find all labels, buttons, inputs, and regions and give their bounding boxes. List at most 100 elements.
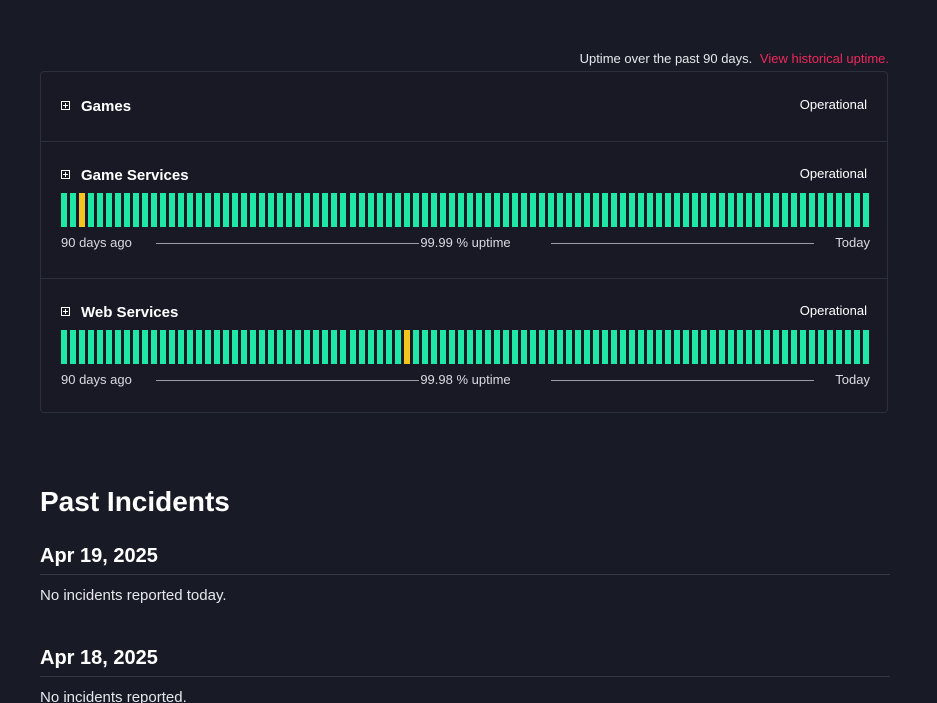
uptime-day-bar[interactable]	[349, 330, 356, 364]
uptime-day-bar[interactable]	[61, 330, 67, 364]
uptime-day-bar[interactable]	[421, 330, 428, 364]
uptime-day-bar[interactable]	[259, 330, 266, 364]
uptime-day-bar[interactable]	[791, 193, 798, 227]
component-header[interactable]: Web Services Operational	[61, 303, 867, 322]
uptime-day-bar[interactable]	[286, 330, 293, 364]
uptime-day-bar[interactable]	[430, 193, 437, 227]
uptime-day-bar[interactable]	[809, 330, 816, 364]
view-historical-uptime-link[interactable]: View historical uptime.	[760, 51, 889, 66]
uptime-day-bar[interactable]	[755, 330, 762, 364]
uptime-day-bar[interactable]	[367, 193, 374, 227]
uptime-day-bar[interactable]	[665, 193, 672, 227]
uptime-day-bar[interactable]	[565, 193, 572, 227]
uptime-day-bar[interactable]	[385, 193, 392, 227]
uptime-day-bar[interactable]	[232, 193, 239, 227]
uptime-day-bar[interactable]	[638, 330, 644, 364]
uptime-day-bar[interactable]	[547, 193, 554, 227]
uptime-day-bar[interactable]	[142, 330, 149, 364]
uptime-day-bar[interactable]	[214, 193, 221, 227]
uptime-day-bar[interactable]	[169, 330, 176, 364]
uptime-day-bar[interactable]	[358, 193, 365, 227]
uptime-day-bar[interactable]	[376, 193, 383, 227]
uptime-day-bar[interactable]	[773, 330, 780, 364]
uptime-day-bar[interactable]	[466, 193, 473, 227]
uptime-day-bar[interactable]	[223, 193, 230, 227]
uptime-day-bar[interactable]	[259, 193, 266, 227]
uptime-day-bar[interactable]	[295, 193, 302, 227]
uptime-day-bar[interactable]	[710, 330, 717, 364]
uptime-day-bar[interactable]	[196, 330, 203, 364]
uptime-day-bar[interactable]	[196, 193, 203, 227]
uptime-day-bar[interactable]	[737, 193, 744, 227]
uptime-day-bar[interactable]	[340, 193, 347, 227]
uptime-day-bar[interactable]	[331, 193, 338, 227]
component-header[interactable]: Game Services Operational	[61, 166, 867, 185]
uptime-day-bar[interactable]	[79, 193, 86, 227]
uptime-day-bar[interactable]	[160, 193, 167, 227]
uptime-day-bar[interactable]	[520, 330, 527, 364]
uptime-day-bar[interactable]	[313, 193, 320, 227]
uptime-day-bar[interactable]	[268, 193, 275, 227]
uptime-day-bar[interactable]	[556, 193, 563, 227]
uptime-day-bar[interactable]	[322, 193, 329, 227]
uptime-day-bar[interactable]	[764, 330, 771, 364]
uptime-day-bar[interactable]	[331, 330, 338, 364]
uptime-day-bar[interactable]	[448, 330, 455, 364]
uptime-day-bar[interactable]	[358, 330, 365, 364]
uptime-day-bar[interactable]	[349, 193, 356, 227]
uptime-day-bar[interactable]	[295, 330, 302, 364]
uptime-day-bar[interactable]	[277, 330, 284, 364]
uptime-day-bar[interactable]	[250, 193, 257, 227]
uptime-day-bar[interactable]	[466, 330, 473, 364]
uptime-day-bar[interactable]	[827, 330, 834, 364]
uptime-day-bar[interactable]	[511, 330, 518, 364]
uptime-day-bar[interactable]	[277, 193, 284, 227]
uptime-day-bar[interactable]	[97, 330, 104, 364]
uptime-day-bar[interactable]	[412, 330, 419, 364]
uptime-day-bar[interactable]	[683, 193, 690, 227]
uptime-day-bar[interactable]	[863, 330, 870, 364]
uptime-day-bar[interactable]	[142, 193, 149, 227]
uptime-day-bar[interactable]	[854, 330, 861, 364]
uptime-day-bar[interactable]	[647, 193, 654, 227]
uptime-day-bar[interactable]	[151, 193, 158, 227]
uptime-day-bar[interactable]	[412, 193, 419, 227]
uptime-day-bar[interactable]	[268, 330, 275, 364]
uptime-day-bar[interactable]	[403, 330, 410, 364]
uptime-day-bar[interactable]	[304, 193, 311, 227]
uptime-day-bar[interactable]	[214, 330, 221, 364]
uptime-day-bar[interactable]	[845, 193, 852, 227]
uptime-day-bar[interactable]	[484, 193, 491, 227]
uptime-day-bar[interactable]	[610, 193, 617, 227]
uptime-day-bar[interactable]	[493, 193, 500, 227]
uptime-day-bar[interactable]	[701, 193, 708, 227]
uptime-day-bar[interactable]	[818, 330, 825, 364]
uptime-day-bar[interactable]	[304, 330, 311, 364]
uptime-day-bar[interactable]	[178, 193, 185, 227]
uptime-day-bar[interactable]	[88, 193, 95, 227]
uptime-day-bar[interactable]	[133, 330, 140, 364]
expand-icon[interactable]	[61, 170, 70, 179]
uptime-day-bar[interactable]	[88, 330, 95, 364]
uptime-day-bar[interactable]	[638, 193, 644, 227]
uptime-day-bar[interactable]	[439, 193, 446, 227]
uptime-day-bar[interactable]	[97, 193, 104, 227]
uptime-day-bar[interactable]	[665, 330, 672, 364]
uptime-day-bar[interactable]	[484, 330, 491, 364]
uptime-day-bar[interactable]	[529, 193, 536, 227]
uptime-day-bar[interactable]	[241, 193, 248, 227]
uptime-day-bar[interactable]	[773, 193, 780, 227]
component-header[interactable]: Games Operational	[61, 97, 867, 116]
uptime-day-bar[interactable]	[583, 193, 590, 227]
uptime-day-bar[interactable]	[457, 330, 464, 364]
uptime-day-bar[interactable]	[628, 193, 635, 227]
uptime-day-bar[interactable]	[836, 193, 843, 227]
uptime-day-bar[interactable]	[610, 330, 617, 364]
uptime-day-bar[interactable]	[403, 193, 410, 227]
uptime-day-bar[interactable]	[322, 330, 329, 364]
uptime-day-bar[interactable]	[133, 193, 140, 227]
uptime-day-bar[interactable]	[250, 330, 257, 364]
uptime-day-bar[interactable]	[692, 193, 699, 227]
uptime-day-bar[interactable]	[701, 330, 708, 364]
uptime-day-bar[interactable]	[187, 193, 194, 227]
